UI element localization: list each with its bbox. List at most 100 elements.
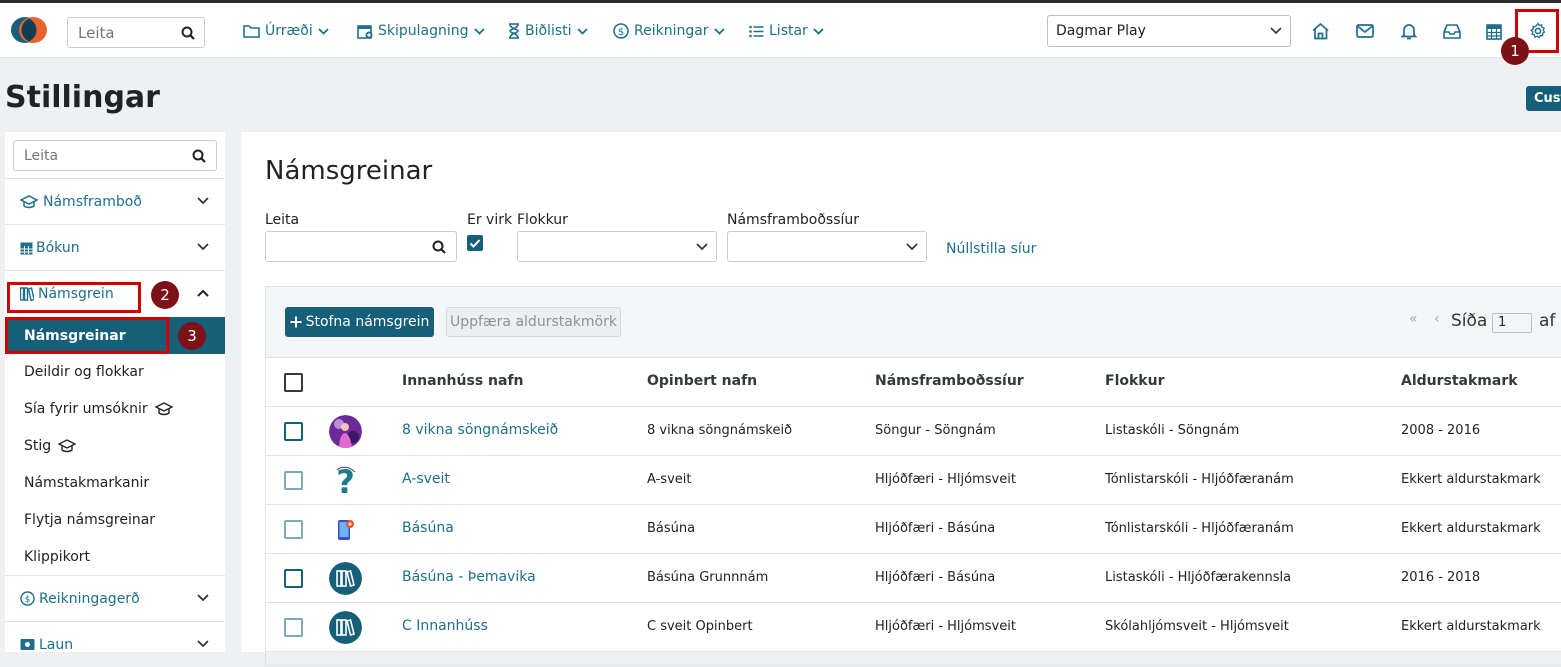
nav-menu-label: Listar [769,23,808,39]
row-age-limit: 2008 - 2016 [1401,423,1481,438]
pager-label: Síða [1451,311,1488,331]
sidebar-subitem-deildir[interactable]: Deildir og flokkar [5,353,225,390]
chevron-down-icon [906,243,918,251]
column-header-category[interactable]: Flokkur [1105,373,1164,389]
column-header-internal[interactable]: Innanhúss nafn [402,373,524,389]
row-checkbox[interactable] [284,471,303,490]
column-header-age[interactable]: Aldurstakmark [1401,373,1518,389]
folder-icon [243,25,260,38]
row-age-limit: 2016 - 2018 [1401,570,1481,585]
table-row[interactable]: C Innanhúss C sveit Opinbert Hljóðfæri -… [266,603,1561,652]
money-icon [20,638,35,651]
row-checkbox[interactable] [284,618,303,637]
inbox-button[interactable] [1439,17,1465,45]
row-checkbox[interactable] [284,569,303,588]
app-logo[interactable] [10,16,48,44]
nav-menu-reikningar[interactable]: $ Reikningar [613,20,725,42]
sidebar-group-label: Námsframboð [43,193,142,210]
nav-menu-urraedi[interactable]: Úrræði [243,20,329,42]
graduation-cap-icon [154,401,173,415]
mail-icon [1356,24,1374,38]
sidebar-subitem-label: Sía fyrir umsóknir [24,400,148,417]
sidebar-group-laun[interactable]: Laun [5,621,225,667]
row-filters: Hljóðfæri - Hljómsveit [875,472,1016,487]
row-category: Tónlistarskóli - Hljóðfæranám [1105,472,1294,487]
calendar-button[interactable] [1481,17,1507,45]
column-header-public[interactable]: Opinbert nafn [647,373,757,389]
nav-search-box[interactable] [67,17,205,48]
button-label: Stofna námsgrein [305,314,430,330]
content-title: Námsgreinar [265,156,433,186]
row-age-limit: Ekkert aldurstakmark [1401,619,1541,634]
row-age-limit: Ekkert aldurstakmark [1401,472,1541,487]
sidebar-search-input[interactable] [22,147,176,165]
row-internal-name-link[interactable]: C Innanhúss [402,618,488,634]
account-select[interactable]: Dagmar Play [1047,15,1291,47]
filter-offer-select[interactable] [727,231,927,262]
reset-filters-link[interactable]: Núllstilla síur [946,241,1036,257]
filter-category-select[interactable] [517,231,717,262]
sidebar-group-reikningagerd[interactable]: $ Reikningagerð [5,575,225,621]
mail-button[interactable] [1352,17,1378,45]
table-row[interactable]: Básúna Básúna Hljóðfæri - Básúna Tónlist… [266,505,1561,554]
row-public-name: 8 vikna söngnámskeið [647,423,793,438]
row-internal-name-link[interactable]: Básúna - Þemavika [402,569,536,585]
filter-search-input[interactable] [265,231,457,262]
pager-first-button[interactable]: « [1409,311,1418,327]
table-row[interactable]: ? A-sveit A-sveit Hljóðfæri - Hljómsveit… [266,456,1561,505]
sidebar-subitem-klippikort[interactable]: Klippikort [5,538,225,575]
update-age-limits-button[interactable]: Uppfæra aldurstakmörk [446,307,621,337]
nav-search-input[interactable] [76,23,180,43]
sidebar-subitem-sia[interactable]: Sía fyrir umsóknir [5,390,225,427]
chevron-down-icon [813,27,824,35]
phone-icon [338,520,354,540]
pager-prev-button[interactable]: ‹ [1434,311,1440,327]
search-icon[interactable] [181,26,195,40]
table-row[interactable]: Básúna - Þemavika Básúna Grunnnám Hljóðf… [266,554,1561,603]
row-filters: Hljóðfæri - Básúna [875,521,996,536]
filter-search-label: Leita [265,212,300,228]
select-all-checkbox[interactable] [284,373,303,392]
row-checkbox[interactable] [284,520,303,539]
home-button[interactable] [1307,17,1333,45]
account-name: Dagmar Play [1056,23,1146,39]
dollar-circle-icon: $ [20,591,35,606]
column-header-filters[interactable]: Námsframboðssíur [875,373,1024,389]
row-internal-name-link[interactable]: A-sveit [402,471,450,487]
pager-total: af 2 [1539,311,1561,331]
nav-menu-skipulagning[interactable]: Skipulagning [357,20,485,42]
calendar-icon [20,241,33,255]
table-header: Innanhúss nafn Opinbert nafn Námsframboð… [266,358,1561,407]
sidebar-subitem-namstakmarkanir[interactable]: Námstakmarkanir [5,464,225,501]
nav-menu-bidlisti[interactable]: Biðlisti [508,20,588,42]
chevron-down-icon [473,27,485,35]
sidebar-subitem-stig[interactable]: Stig [5,427,225,464]
row-checkbox[interactable] [284,422,303,441]
row-internal-name-link[interactable]: Básúna [402,520,454,536]
row-category: Listaskóli - Hljóðfærakennsla [1105,570,1292,585]
row-category: Listaskóli - Söngnám [1105,423,1240,438]
nav-menu-listar[interactable]: Listar [749,20,824,42]
filter-active-checkbox[interactable] [467,235,483,251]
sidebar-group-bokun[interactable]: Bókun [5,224,225,270]
pager-page-input[interactable]: 1 [1492,313,1532,333]
highlight-box-namsgreinar [5,317,169,354]
sidebar-group-namsframbod[interactable]: Námsframboð [5,178,225,224]
sidebar-search-box[interactable] [13,140,217,171]
notifications-button[interactable] [1396,17,1422,45]
row-category: Tónlistarskóli - Hljóðfæranám [1105,521,1294,536]
chevron-down-icon [696,243,708,251]
row-internal-name-link[interactable]: 8 vikna söngnámskeið [402,422,558,438]
search-icon[interactable] [192,149,206,163]
customize-button[interactable]: Cust [1526,86,1561,111]
check-icon [469,239,481,248]
chevron-down-icon [713,27,725,35]
table-toolbar: Stofna námsgrein Uppfæra aldurstakmörk «… [266,287,1561,358]
table-row[interactable]: 8 vikna söngnámskeið 8 vikna söngnámskei… [266,407,1561,456]
sidebar-group-label: Bókun [36,239,80,256]
inbox-icon [1443,23,1461,39]
chevron-down-icon [1270,27,1282,35]
create-course-button[interactable]: Stofna námsgrein [285,307,434,337]
sidebar-subitem-flytja[interactable]: Flytja námsgreinar [5,501,225,538]
step-badge-3: 3 [178,322,206,350]
